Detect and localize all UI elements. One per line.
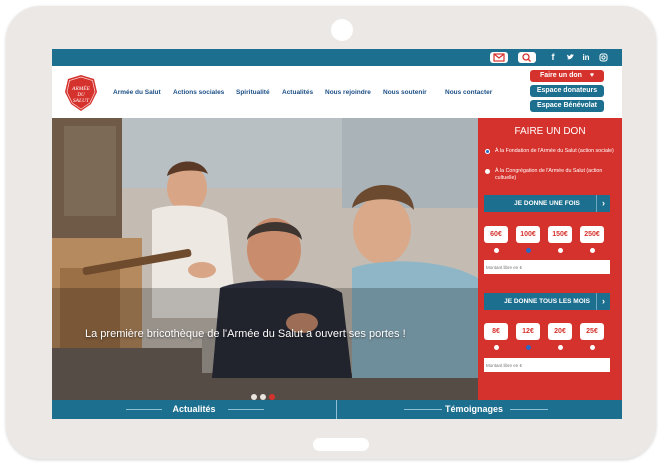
free-amount-input-monthly[interactable] [484,358,610,372]
tab-actualites[interactable]: Actualités [162,400,226,419]
linkedin-icon[interactable]: in [581,52,591,63]
amount-option-60[interactable]: 60€ [484,226,508,243]
monthly-amount-radio-8[interactable] [494,345,499,350]
twitter-icon[interactable] [565,52,575,63]
amount-radio-60[interactable] [494,248,499,253]
mail-icon[interactable] [490,52,508,63]
faire-un-don-button[interactable]: Faire un don ♥ [530,70,604,82]
faire-un-don-label: Faire un don [539,72,582,79]
tab-decoration-line [228,409,264,410]
donation-panel: FAIRE UN DON À la Fondation de l'Armée d… [478,118,622,400]
heart-icon: ♥ [589,72,595,79]
amount-radio-250[interactable] [590,248,595,253]
armee-du-salut-logo[interactable]: ARMÉE DU SALUT [63,74,99,112]
amount-radio-150[interactable] [558,248,563,253]
monthly-amount-radio-12[interactable] [526,345,531,350]
nav-item-armee-du-salut[interactable]: Armée du Salut [113,89,161,96]
monthly-amount-radio-25[interactable] [590,345,595,350]
je-donne-tous-les-mois-label: JE DONNE TOUS LES MOIS [504,298,590,305]
website-screen: f in ARMÉE DU SALUT Armée du Salut Actio… [52,49,622,419]
utility-bar: f in [52,49,622,66]
amount-option-100[interactable]: 100€ [516,226,540,243]
tab-temoignages[interactable]: Témoignages [440,400,508,419]
donation-title: FAIRE UN DON [514,126,586,137]
chevron-right-icon: › [596,195,610,212]
tab-decoration-line [510,409,548,410]
hero-slider[interactable]: La première bricothèque de l'Armée du Sa… [52,118,478,400]
tab-divider [336,400,337,419]
site-header: ARMÉE DU SALUT Armée du Salut Actions so… [52,66,622,118]
monthly-amount-option-20[interactable]: 20€ [548,323,572,340]
donation-option-label: À la Congrégation de l'Armée du Salut (a… [495,168,603,181]
nav-item-actions-sociales[interactable]: Actions sociales [173,89,224,96]
hero-caption[interactable]: La première bricothèque de l'Armée du Sa… [85,328,406,340]
je-donne-tous-les-mois-button[interactable]: JE DONNE TOUS LES MOIS › [484,293,610,310]
facebook-icon[interactable]: f [549,52,557,63]
nav-item-actualites[interactable]: Actualités [282,89,313,96]
espace-donateurs-button[interactable]: Espace donateurs [530,85,604,97]
nav-item-nous-contacter[interactable]: Nous contacter [445,89,492,96]
tablet-home-button[interactable] [313,438,369,451]
monthly-amount-option-12[interactable]: 12€ [516,323,540,340]
radio-unselected-icon[interactable] [485,169,490,174]
amount-option-250[interactable]: 250€ [580,226,604,243]
je-donne-une-fois-label: JE DONNE UNE FOIS [514,200,580,207]
bottom-tabs: Actualités Témoignages [52,400,622,419]
hero-photo [52,118,478,400]
free-amount-input-once[interactable] [484,260,610,274]
amount-radio-100[interactable] [526,248,531,253]
svg-text:SALUT: SALUT [73,98,90,104]
tablet-camera [331,19,353,41]
monthly-amount-radio-20[interactable] [558,345,563,350]
tab-decoration-line [404,409,442,410]
slider-dots [251,387,278,400]
je-donne-une-fois-button[interactable]: JE DONNE UNE FOIS › [484,195,610,212]
chevron-right-icon: › [596,293,610,310]
svg-text:ARMÉE: ARMÉE [71,84,91,92]
donation-separator [478,284,622,285]
espace-benevolat-button[interactable]: Espace Bénévolat [530,100,604,112]
monthly-amount-option-25[interactable]: 25€ [580,323,604,340]
monthly-amount-option-8[interactable]: 8€ [484,323,508,340]
search-icon[interactable] [518,52,536,63]
nav-item-nous-rejoindre[interactable]: Nous rejoindre [325,89,371,96]
nav-item-nous-soutenir[interactable]: Nous soutenir [383,89,427,96]
tab-decoration-line [126,409,162,410]
radio-selected-icon[interactable] [485,149,490,154]
instagram-icon[interactable] [598,52,608,63]
amount-option-150[interactable]: 150€ [548,226,572,243]
nav-item-spiritualite[interactable]: Spiritualité [236,89,270,96]
donation-option-label: À la Fondation de l'Armée du Salut (acti… [495,148,614,154]
